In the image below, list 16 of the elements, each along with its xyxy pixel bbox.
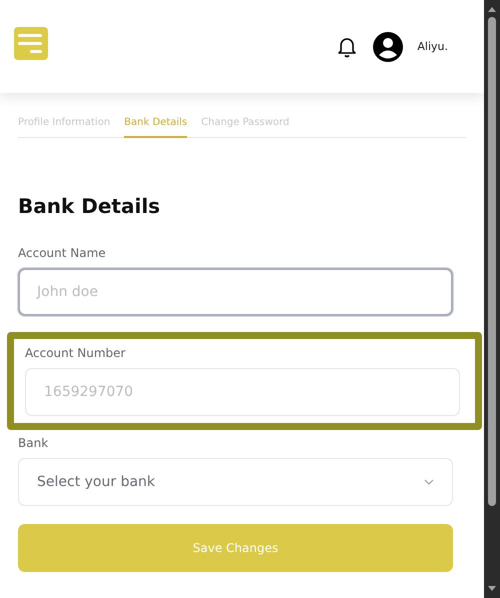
scroll-up-icon[interactable] xyxy=(487,6,497,12)
input-field[interactable]: John doe xyxy=(18,268,453,316)
field-label: Bank xyxy=(18,436,50,450)
section-title: Bank Details xyxy=(18,194,162,218)
bank-dropdown[interactable]: Select your bank xyxy=(18,458,453,506)
save-button[interactable]: Save Changes xyxy=(18,524,453,572)
input-field[interactable]: 1659297070 xyxy=(25,368,460,416)
avatar-icon[interactable] xyxy=(373,32,404,62)
scrollbar[interactable] xyxy=(484,0,500,598)
field-label: Account Number xyxy=(25,346,126,360)
user-name[interactable]: Aliyu. xyxy=(417,40,448,53)
chevron-down-icon xyxy=(424,479,434,485)
scroll-down-icon[interactable] xyxy=(487,586,497,592)
bell-icon[interactable] xyxy=(337,36,358,58)
tab[interactable]: Bank Details xyxy=(124,113,188,138)
field-label: Account Name xyxy=(18,246,107,260)
